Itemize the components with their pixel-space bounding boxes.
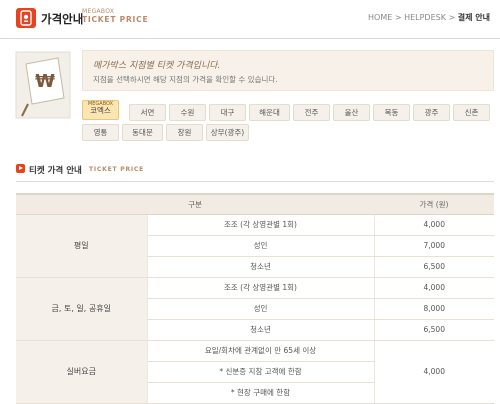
branch-button-daegu[interactable]: 대구 <box>209 104 246 121</box>
ticket-price: 4,000 <box>373 214 494 236</box>
table-header-row: 구분 가격 (원) <box>16 193 494 215</box>
section-title: 티켓 가격 안내 <box>29 166 82 176</box>
ticket-price: 8,000 <box>373 298 494 320</box>
notice-title: 메가박스 지점별 티켓 가격입니다. <box>93 61 221 71</box>
branch-label: 창원 <box>177 128 192 137</box>
ticket-price: 4,000 <box>373 277 494 299</box>
breadcrumb: HOME > HELPDESK > 결제 안내 <box>368 12 490 23</box>
branch-button-coex[interactable]: MEGABOX 코엑스 <box>82 100 119 120</box>
breadcrumb-current: 결제 안내 <box>457 13 490 22</box>
section-divider <box>16 181 494 182</box>
branch-label: 대구 <box>220 108 235 117</box>
ticket-price: 6,500 <box>373 319 494 341</box>
branch-label: 해운대 <box>259 108 280 117</box>
branch-button-dongdaemun[interactable]: 동대문 <box>122 124 163 141</box>
ticket-type: 성인 <box>146 235 374 257</box>
branch-button-jeonju[interactable]: 전주 <box>293 104 330 121</box>
branch-button-gwangju[interactable]: 광주 <box>413 104 450 121</box>
row-group-label: 금, 토, 일, 공휴일 <box>16 277 147 341</box>
ticket-price: 6,500 <box>373 256 494 278</box>
table-row: 실버요금 요일/회차에 관계없이 만 65세 이상 4,000 <box>16 340 494 404</box>
ticket-price: 7,000 <box>373 235 494 257</box>
branch-label: 서면 <box>140 108 155 117</box>
page-subtitle-brand: MEGABOX <box>82 8 115 15</box>
branch-label: 영통 <box>93 128 108 137</box>
branch-button-suwon[interactable]: 수원 <box>169 104 206 121</box>
page-subtitle-en: TICKET PRICE <box>82 15 149 24</box>
ticket-logo-icon <box>16 8 36 28</box>
price-tag-icon: ₩ <box>14 50 72 120</box>
branch-label: 전주 <box>304 108 319 117</box>
branch-button-sinchon[interactable]: 신촌 <box>453 104 490 121</box>
breadcrumb-path[interactable]: HOME > HELPDESK > <box>368 13 458 22</box>
branch-label: 상무(광주) <box>210 128 245 137</box>
notice-description: 지점을 선택하시면 해당 지점의 가격을 확인할 수 있습니다. <box>93 75 278 84</box>
ticket-type: 청소년 <box>146 319 374 341</box>
arrow-bullet-icon <box>16 164 25 173</box>
page-title: 가격안내 <box>41 12 84 26</box>
table-row: 평일 조조 (각 상영관별 1회) 4,000 <box>16 214 494 278</box>
branch-label: 동대문 <box>132 128 153 137</box>
ticket-type: 조조 (각 상영관별 1회) <box>146 277 374 299</box>
branch-label: 목동 <box>384 108 399 117</box>
branch-button-seomyeon[interactable]: 서면 <box>129 104 166 121</box>
branch-badge: MEGABOX <box>87 101 114 107</box>
branch-button-mokdong[interactable]: 목동 <box>373 104 410 121</box>
column-header-category: 구분 <box>16 193 374 215</box>
branch-button-changwon[interactable]: 창원 <box>166 124 203 141</box>
page-header: 가격안내 MEGABOX TICKET PRICE HOME > HELPDES… <box>0 0 500 38</box>
senior-note: * 현장 구매에 한함 <box>146 382 374 404</box>
branch-label: 수원 <box>180 108 195 117</box>
ticket-type: 청소년 <box>146 256 374 278</box>
row-group-label: 실버요금 <box>16 340 147 404</box>
ticket-price: 4,000 <box>373 340 494 404</box>
section-title-en: TICKET PRICE <box>89 166 145 173</box>
row-group-label: 평일 <box>16 214 147 278</box>
branch-label: 울산 <box>344 108 359 117</box>
ticket-type: 조조 (각 상영관별 1회) <box>146 214 374 236</box>
branch-button-haeundae[interactable]: 해운대 <box>249 104 290 121</box>
branch-label: 신촌 <box>464 108 479 117</box>
price-table: 구분 가격 (원) 평일 조조 (각 상영관별 1회) 4,000 성인 7,0… <box>16 193 494 404</box>
svg-text:₩: ₩ <box>35 71 55 92</box>
notice-box: 메가박스 지점별 티켓 가격입니다. 지점을 선택하시면 해당 지점의 가격을 … <box>82 50 494 91</box>
senior-condition: 요일/회차에 관계없이 만 65세 이상 <box>146 340 374 362</box>
table-row: 금, 토, 일, 공휴일 조조 (각 상영관별 1회) 4,000 <box>16 277 494 341</box>
branch-button-ulsan[interactable]: 울산 <box>333 104 370 121</box>
senior-note: * 신분증 지참 고객에 한함 <box>146 361 374 383</box>
header-divider <box>0 38 500 39</box>
column-header-price: 가격 (원) <box>374 193 494 215</box>
branch-button-sangmu[interactable]: 상무(광주) <box>206 124 249 141</box>
ticket-type: 성인 <box>146 298 374 320</box>
branch-button-yeongtong[interactable]: 영통 <box>82 124 119 141</box>
branch-label: 광주 <box>424 108 439 117</box>
